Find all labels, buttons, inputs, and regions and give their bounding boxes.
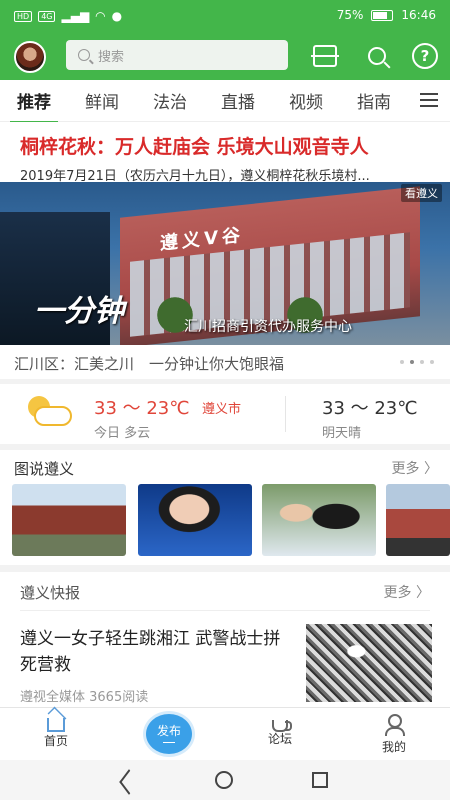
tomorrow-temperature: 33 ～ 23℃ — [322, 398, 418, 419]
help-icon[interactable]: ? — [410, 41, 440, 71]
divider — [20, 610, 430, 611]
search-field-icon — [78, 49, 90, 61]
nav-mine-label: 我的 — [381, 740, 406, 754]
network-type-badge: HD — [14, 10, 33, 22]
publish-button[interactable]: 发布 — [146, 714, 192, 754]
home-icon — [47, 718, 65, 732]
avatar[interactable] — [14, 41, 46, 73]
carousel-dot — [420, 360, 424, 364]
scan-icon[interactable] — [310, 41, 340, 71]
carousel-dots — [400, 360, 434, 364]
headline-title: 桐梓花秋：万人赶庙会 乐境大山观音寺人 — [20, 136, 369, 158]
cup-icon — [272, 720, 292, 732]
publish-underline-icon — [163, 742, 175, 743]
slide-caption: 汇川区：汇美之川 一分钟让你大饱眼福 — [14, 355, 285, 373]
slide-caption-bar[interactable]: 汇川区：汇美之川 一分钟让你大饱眼福 — [0, 345, 450, 379]
banner-logo: 看遵义 — [401, 184, 442, 202]
tab-live[interactable]: 直播 — [204, 88, 272, 113]
home-circle-icon[interactable] — [215, 771, 233, 789]
banner-caption: 汇川招商引资代办服务中心 — [184, 319, 352, 335]
weather-divider — [285, 396, 286, 432]
carousel-dot — [430, 360, 434, 364]
photo-thumbnail[interactable] — [386, 484, 450, 556]
section-title: 遵义快报 — [20, 584, 81, 602]
publish-label: 发布 — [156, 724, 181, 738]
battery-icon — [371, 9, 394, 21]
system-nav-bar — [0, 760, 450, 800]
photo-section: 图说遵义 更多 〉 — [0, 450, 450, 565]
partly-cloudy-icon — [26, 394, 72, 430]
weather-widget[interactable]: 33 ～ 23℃ 遵义市 今日 多云 33 ～ 23℃ 明天晴 — [0, 384, 450, 444]
user-icon — [383, 714, 405, 736]
headline-card[interactable]: 桐梓花秋：万人赶庙会 乐境大山观音寺人 2019年7月21日（农历六月十九日），… — [0, 122, 450, 184]
today-description: 今日 多云 — [94, 426, 151, 441]
today-temperature: 33 ～ 23℃ — [94, 398, 190, 419]
section-title: 图说遵义 — [14, 460, 75, 478]
category-tabs: 推荐 鲜闻 法治 直播 视频 指南 — [0, 80, 450, 124]
notification-icon: ● — [111, 9, 123, 23]
weather-city[interactable]: 遵义市 — [202, 398, 241, 417]
nav-forum[interactable]: 论坛 — [250, 714, 310, 747]
nav-forum-label: 论坛 — [267, 732, 292, 746]
nav-home-label: 首页 — [43, 734, 68, 748]
news-thumbnail[interactable] — [306, 624, 432, 702]
tab-fresh-news[interactable]: 鲜闻 — [68, 88, 136, 113]
nav-home[interactable]: 首页 — [26, 714, 86, 749]
wifi-icon: ◠ — [95, 9, 106, 23]
banner-carousel[interactable]: 遵义V谷 看遵义 一分钟 汇川招商引资代办服务中心 — [0, 182, 450, 345]
carousel-dot — [400, 360, 404, 364]
search-icon[interactable] — [362, 41, 392, 71]
app-header: 搜索 ? — [0, 32, 450, 80]
tab-legal[interactable]: 法治 — [136, 88, 204, 113]
network-4g-badge: 4G — [38, 10, 56, 22]
news-meta: 遵视全媒体 3665阅读 — [20, 690, 149, 705]
tab-guide[interactable]: 指南 — [340, 88, 408, 113]
recents-icon[interactable] — [312, 772, 328, 788]
clock: 16:46 — [401, 8, 436, 22]
tomorrow-description: 明天晴 — [322, 426, 362, 441]
search-input[interactable]: 搜索 — [66, 40, 288, 70]
back-icon[interactable] — [119, 772, 133, 788]
news-title[interactable]: 遵义一女子轻生跳湘江 武警战士拼死营救 — [20, 626, 290, 678]
banner-brush-text: 一分钟 — [34, 294, 124, 329]
menu-icon[interactable] — [420, 93, 438, 107]
tab-video[interactable]: 视频 — [272, 88, 340, 113]
bottom-nav: 首页 发布 论坛 我的 — [0, 707, 450, 760]
photo-thumbnail[interactable] — [262, 484, 376, 556]
signal-icon: ▂▄▆ — [61, 9, 90, 23]
status-bar: HD 4G ▂▄▆ ◠ ● 75% 16:46 — [0, 0, 450, 32]
news-section: 遵义快报 更多 〉 遵义一女子轻生跳湘江 武警战士拼死营救 遵视全媒体 3665… — [0, 572, 450, 707]
more-link[interactable]: 更多 〉 — [384, 582, 430, 602]
battery-percent: 75% — [336, 8, 364, 22]
search-placeholder: 搜索 — [98, 49, 125, 65]
photo-thumbnail[interactable] — [12, 484, 126, 556]
nav-mine[interactable]: 我的 — [364, 714, 424, 755]
carousel-dot-active — [410, 360, 414, 364]
more-link[interactable]: 更多 〉 — [392, 458, 438, 478]
tab-recommend[interactable]: 推荐 — [0, 88, 68, 124]
photo-thumbnail[interactable] — [138, 484, 252, 556]
